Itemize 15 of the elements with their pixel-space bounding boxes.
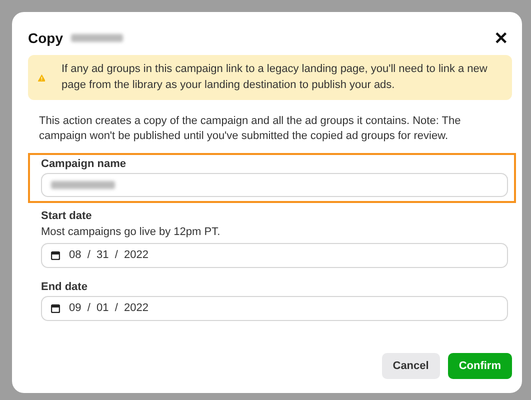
hint-text: Most campaigns go live by 12pm PT. <box>41 225 222 240</box>
field-label: Campaign name <box>41 156 126 172</box>
date-field[interactable]: 08 / 31 / 2022 <box>41 242 508 268</box>
field-label: Start date <box>41 209 92 224</box>
campaign-name-field[interactable] <box>41 173 508 198</box>
alert-text: If any ad groups in this campaign link to a legacy landing page, you'll need to link a new page from the library as your landing destination to publish your ads. <box>61 62 488 93</box>
dialog-title: Copy <box>28 29 63 48</box>
field-label: End date <box>41 280 88 294</box>
date-field[interactable]: 09 / 01 / 2022 <box>41 296 508 321</box>
cancel-button[interactable]: Cancel <box>382 352 440 379</box>
close-button[interactable]: ✕ <box>490 30 512 47</box>
description-text: This action creates a copy of the campaign and all the ad groups it contains. Note: The campaign won't be published until you've submitted the copied ad groups for review. <box>39 114 462 144</box>
calendar-icon <box>51 250 60 260</box>
warning-icon <box>38 72 46 84</box>
calendar-icon <box>51 304 60 313</box>
